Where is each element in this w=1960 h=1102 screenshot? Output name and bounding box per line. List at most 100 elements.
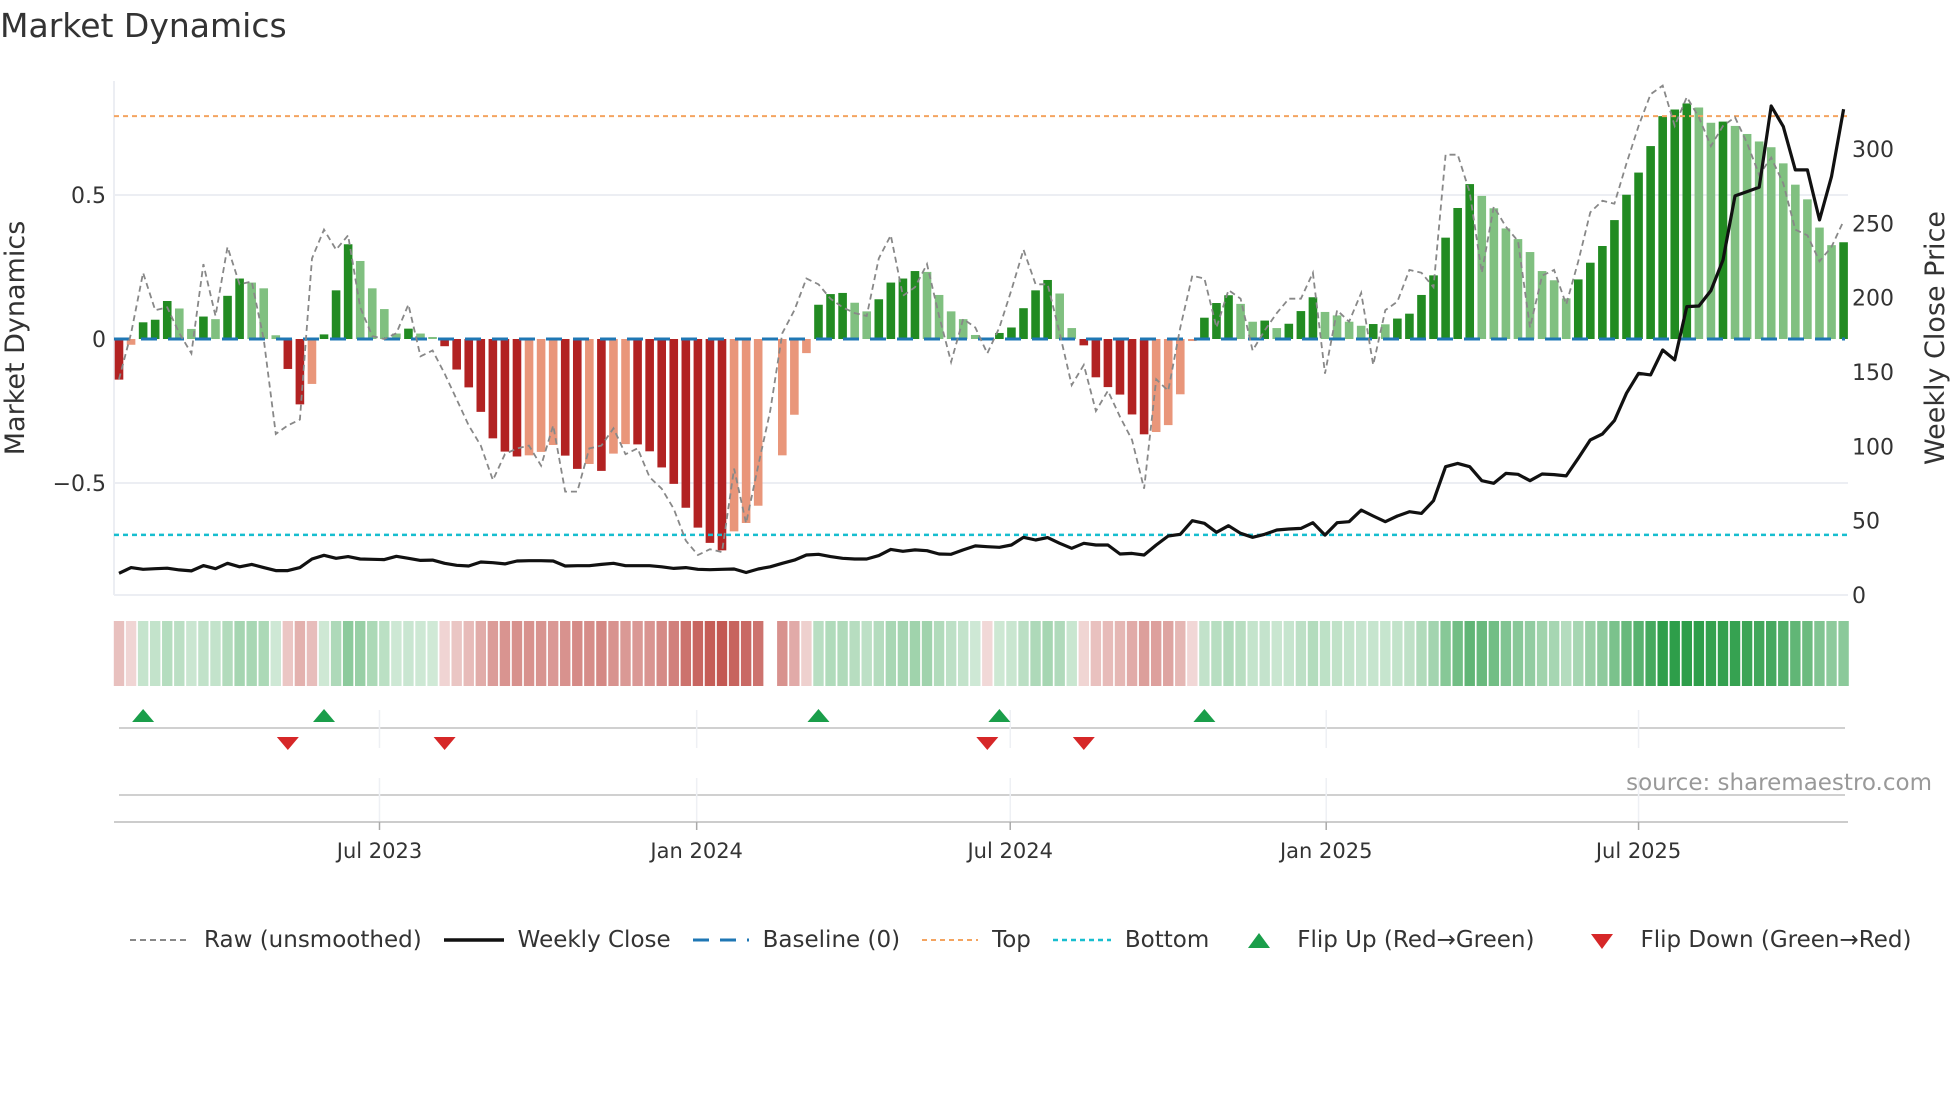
momentum-bar: [1417, 294, 1426, 340]
heat-cell: [342, 621, 354, 686]
momentum-bar: [452, 339, 461, 370]
heat-cell: [1114, 621, 1126, 686]
heat-cell: [1102, 621, 1114, 686]
heat-cell: [1283, 621, 1295, 686]
heat-cell: [740, 621, 752, 686]
momentum-bar: [597, 339, 606, 471]
momentum-bar: [1091, 339, 1101, 378]
momentum-bar: [1670, 109, 1680, 340]
heat-cell: [1597, 621, 1608, 686]
heat-strip: [113, 621, 1849, 686]
momentum-bar: [1730, 125, 1740, 340]
momentum-bar: [1368, 324, 1378, 340]
heat-cell: [668, 621, 679, 686]
momentum-bar: [645, 339, 654, 452]
heat-cell: [1199, 621, 1210, 686]
momentum-bar: [138, 322, 148, 340]
heat-cell: [837, 621, 848, 686]
top-legend-icon: [922, 939, 979, 941]
momentum-bar: [1658, 116, 1667, 340]
momentum-bar: [1549, 280, 1559, 340]
legend-label: Flip Down (Green→Red): [1640, 927, 1912, 953]
momentum-bar: [1320, 311, 1330, 340]
momentum-bar: [114, 339, 124, 380]
momentum-bar: [1019, 308, 1028, 340]
heat-cell: [210, 621, 221, 686]
heat-cell: [1536, 621, 1548, 686]
heat-cell: [523, 621, 535, 686]
momentum-bar: [621, 339, 630, 445]
heat-cell: [1440, 621, 1451, 686]
momentum-bar: [343, 244, 353, 340]
momentum-bar: [717, 339, 727, 551]
heat-cell: [270, 621, 281, 686]
heat-cell: [1705, 621, 1717, 686]
heat-cell: [451, 621, 462, 686]
momentum-bar: [1043, 279, 1052, 340]
momentum-bar: [1537, 271, 1547, 340]
momentum-bar: [1706, 122, 1716, 340]
heat-cell: [137, 621, 149, 686]
heat-cell: [149, 621, 161, 686]
momentum-bar: [1561, 298, 1571, 340]
heat-cell: [873, 621, 884, 686]
momentum-bar: [850, 302, 859, 340]
heat-cell: [982, 621, 993, 686]
heat-cell: [861, 621, 872, 686]
momentum-bar: [1393, 318, 1402, 340]
momentum-bar: [814, 304, 823, 340]
heat-cell: [186, 621, 197, 686]
heat-cell: [1018, 621, 1029, 686]
flip-down-marker: [276, 737, 299, 750]
momentum-bar: [355, 260, 365, 340]
heat-cell: [294, 621, 306, 686]
momentum-bar: [560, 339, 570, 456]
heat-cell: [970, 621, 981, 686]
momentum-bar: [1742, 133, 1752, 340]
heat-cell: [1380, 621, 1391, 686]
momentum-bar: [223, 295, 232, 340]
heat-cell: [1621, 621, 1632, 686]
heat-cell: [1766, 621, 1777, 686]
heat-cell: [620, 621, 631, 686]
heat-cell: [1319, 621, 1331, 686]
x-tick-label: Jul 2024: [965, 839, 1052, 863]
source-credit: source: sharemaestro.com: [1626, 770, 1932, 796]
heat-cell: [1078, 621, 1089, 686]
flip-up-legend-icon: [1248, 933, 1271, 948]
momentum-bar: [1598, 245, 1607, 340]
axes-layer: Jul 2023 Jan 2024 Jul 2024 Jan 2025 Jul 2025…: [0, 138, 1951, 863]
y2-axis-title: Weekly Close Price: [1920, 211, 1951, 465]
heat-cell: [1500, 621, 1512, 686]
momentum-bar: [693, 339, 703, 528]
heat-cell: [1633, 621, 1644, 686]
momentum-bar: [669, 339, 679, 484]
momentum-bar: [428, 336, 437, 340]
momentum-bar: [922, 271, 932, 340]
heat-cell: [113, 621, 125, 686]
heat-cell: [511, 621, 523, 686]
momentum-bar: [307, 339, 317, 384]
heat-cell: [174, 621, 185, 686]
heat-cell: [1476, 621, 1487, 686]
legend-item-top: Top: [922, 927, 1031, 953]
heat-cell: [1126, 621, 1138, 686]
momentum-bar: [1778, 163, 1788, 340]
heat-cell: [535, 621, 547, 686]
heat-cell: [1790, 621, 1801, 686]
heat-cell: [1343, 621, 1355, 686]
momentum-bar: [404, 328, 413, 340]
momentum-bar: [536, 339, 546, 452]
heat-cell: [1645, 621, 1656, 686]
heat-cell: [1331, 621, 1343, 686]
legend-label: Raw (unsmoothed): [204, 927, 422, 953]
heat-cell: [1693, 621, 1705, 686]
flip-down-marker: [976, 737, 999, 750]
heat-cell: [1150, 621, 1162, 686]
heat-cell: [234, 621, 245, 686]
momentum-bar: [1200, 317, 1209, 340]
momentum-bar: [1634, 172, 1643, 340]
heat-cell: [463, 621, 474, 686]
heat-cell: [222, 621, 233, 686]
flip-down-marker: [1072, 737, 1095, 750]
